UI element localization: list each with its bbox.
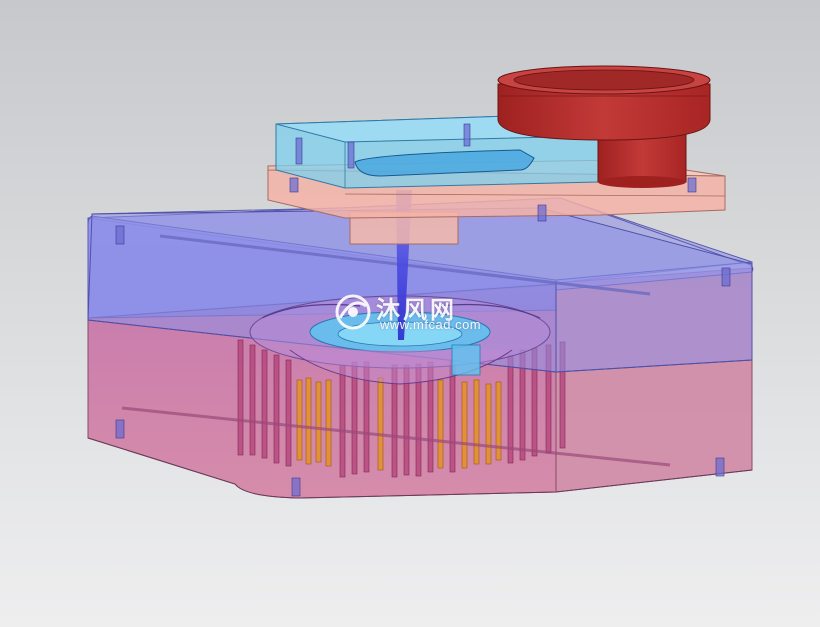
watermark-url: www.mfcad.com — [380, 317, 482, 332]
mfcad-logo-icon — [335, 294, 371, 330]
watermark: 沐风网 www.mfcad.com — [330, 290, 500, 336]
